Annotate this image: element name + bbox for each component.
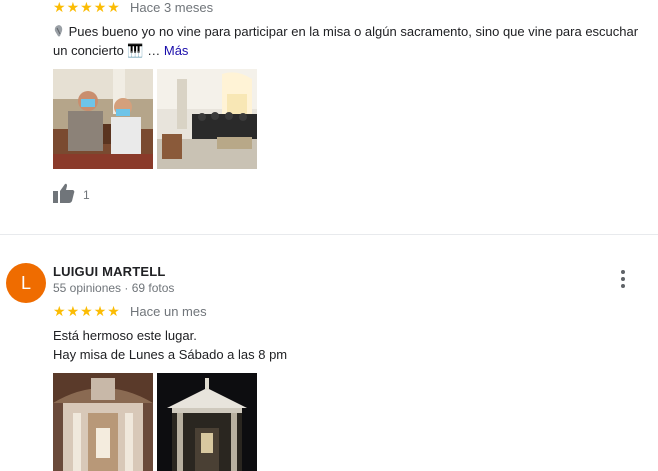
- star-icon: ★: [53, 0, 66, 15]
- star-icon: ★: [93, 0, 107, 15]
- more-link[interactable]: Más: [164, 43, 189, 58]
- dot-icon: [621, 277, 625, 281]
- people-masks-photo: [53, 69, 153, 169]
- church-facade-night-photo: [157, 373, 257, 471]
- star-icon: ★: [66, 0, 80, 15]
- review-text: Pues bueno yo no vine para participar en…: [53, 22, 648, 60]
- star-icon: ★: [93, 303, 107, 319]
- like-button[interactable]: [53, 183, 77, 205]
- star-icon: ★: [66, 303, 80, 319]
- review-line: Hay misa de Lunes a Sábado a las 8 pm: [53, 347, 288, 362]
- review-photo-people[interactable]: [53, 69, 153, 169]
- review-photo-altar[interactable]: [53, 373, 153, 471]
- star-icon: ★: [80, 0, 93, 15]
- church-altar-photo: [53, 373, 153, 471]
- review-body: Pues bueno yo no vine para participar en…: [53, 24, 639, 58]
- star-icon: ★: [53, 303, 66, 319]
- thumbs-up-icon: [53, 183, 75, 203]
- review-divider: [0, 234, 658, 235]
- dot-icon: [621, 284, 625, 288]
- star-icon: ★: [80, 303, 93, 319]
- review-photo-facade[interactable]: [157, 373, 257, 471]
- dot-icon: [621, 270, 625, 274]
- star-icon: ★: [107, 0, 120, 15]
- star-icon: ★: [107, 303, 120, 319]
- rating-stars: ★ ★ ★ ★ ★: [53, 0, 120, 14]
- rating-stars: ★ ★ ★ ★ ★: [53, 304, 120, 318]
- review-text: Está hermoso este lugar. Hay misa de Lun…: [53, 326, 643, 364]
- reviewer-stats: 55 opiniones · 69 fotos: [53, 281, 175, 295]
- pin-icon: [53, 24, 65, 38]
- like-count: 1: [83, 188, 90, 202]
- review-photo-concert[interactable]: [157, 69, 257, 169]
- review-time: Hace un mes: [130, 304, 207, 319]
- more-options-button[interactable]: [611, 267, 635, 291]
- review-time: Hace 3 meses: [130, 0, 214, 15]
- avatar[interactable]: L: [6, 263, 46, 303]
- church-concert-photo: [157, 69, 257, 169]
- reviewer-name[interactable]: LUIGUI MARTELL: [53, 264, 166, 279]
- review-line: Está hermoso este lugar.: [53, 328, 197, 343]
